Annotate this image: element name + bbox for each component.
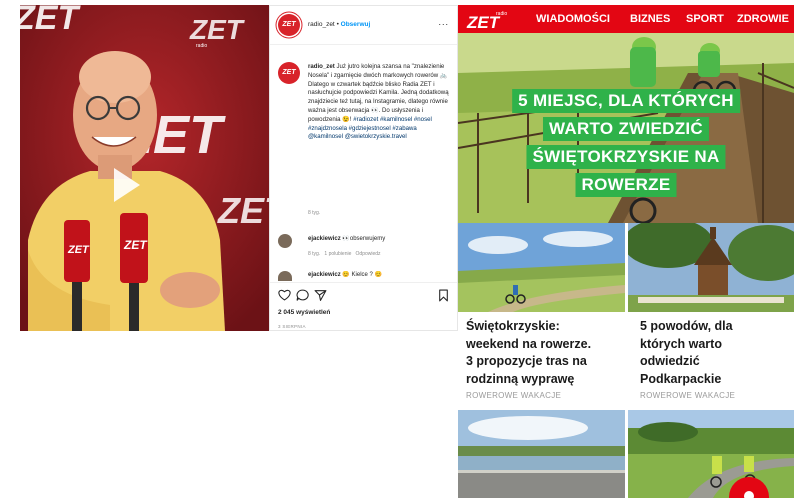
article-image[interactable] xyxy=(458,410,625,498)
hashtag-link[interactable]: #znajdznosela xyxy=(308,125,347,132)
mention-link[interactable]: @swietokrzyskie.travel xyxy=(345,133,407,140)
article-category[interactable]: ROWEROWE WAKACJE xyxy=(466,391,561,400)
comment-username[interactable]: ejackiewicz xyxy=(308,272,341,278)
emoji-icon: 😉 xyxy=(342,115,350,123)
separator: • xyxy=(336,21,339,28)
title-line: Świętokrzyskie: xyxy=(466,319,560,333)
title-line: rodzinną wyprawę xyxy=(466,371,575,386)
comment-likes[interactable]: 1 polubienie xyxy=(324,251,351,257)
hero-title-line: 5 MIEJSC, DLA KTÓRYCH xyxy=(512,89,740,113)
article-title[interactable]: Świętokrzyskie: weekend na rowerze. 3 pr… xyxy=(466,318,618,388)
hero-article[interactable]: 5 MIEJSC, DLA KTÓRYCH WARTO ZWIEDZIĆ ŚWI… xyxy=(458,33,794,223)
hero-title-line: ŚWIĘTOKRZYSKIE NA xyxy=(526,145,726,169)
reply-link[interactable]: Odpowiedz xyxy=(356,251,381,257)
article-category[interactable]: ROWEROWE WAKACJE xyxy=(640,391,735,400)
hashtag-link[interactable]: #zabawa xyxy=(392,125,416,132)
eyes-emoji-icon: 👀 xyxy=(371,106,379,114)
bg-logo: ZET xyxy=(189,14,246,45)
article-image[interactable] xyxy=(628,223,794,312)
title-line: których warto xyxy=(640,336,722,351)
bg-logo-small: radio xyxy=(196,43,207,49)
nav-zdrowie[interactable]: ZDROWIE xyxy=(737,13,789,25)
hashtag-link[interactable]: #gdziejestnosel xyxy=(349,125,391,132)
post-video[interactable]: ZET ZET radio ZET ZET ZET ZET xyxy=(20,5,269,331)
avatar[interactable]: ZET xyxy=(278,14,300,36)
mic-logo: ZET xyxy=(123,238,148,252)
comment-time: 8 tyg. xyxy=(308,251,321,257)
bg-logo: ZET xyxy=(20,5,81,37)
view-count: 2 045 wyświetleń xyxy=(278,309,331,316)
emoji-icon: 😊 xyxy=(342,272,350,278)
avatar-logo: ZET xyxy=(282,69,296,76)
mention-link[interactable]: @kamilnosel xyxy=(308,133,343,140)
title-line: 3 propozycje tras na xyxy=(466,354,587,368)
username-link[interactable]: radio_zet xyxy=(308,21,335,28)
heart-icon[interactable] xyxy=(278,289,291,301)
article-title[interactable]: 5 powodów, dla których warto odwiedzić P… xyxy=(640,318,790,388)
nav-sport[interactable]: SPORT xyxy=(686,13,724,25)
fab-icon xyxy=(744,491,754,498)
comment-text: obserwujemy xyxy=(349,236,386,242)
hashtag-link[interactable]: #kamilnosel xyxy=(380,116,412,123)
avatar[interactable]: ZET xyxy=(278,62,300,84)
title-line: odwiedzić xyxy=(640,354,700,368)
follow-button[interactable]: Obserwuj xyxy=(341,21,371,28)
divider xyxy=(270,282,457,283)
more-options-icon[interactable]: ... xyxy=(438,17,449,27)
article-image[interactable] xyxy=(458,223,625,312)
post-caption: radio_zet Już jutro kolejna szansa na "z… xyxy=(308,63,450,142)
share-icon[interactable] xyxy=(314,289,327,301)
comment-meta: 8 tyg. 1 polubienie Odpowiedz xyxy=(308,251,381,257)
mic-logo: ZET xyxy=(67,244,90,256)
post-date: 3 SIERPNIA xyxy=(278,324,306,329)
nav-wiadomosci[interactable]: WIADOMOŚCI xyxy=(536,13,610,25)
comment-text: Kielce ? xyxy=(351,272,373,278)
play-icon[interactable] xyxy=(104,164,146,206)
hashtag-link[interactable]: #radiozet xyxy=(353,116,378,123)
top-nav: radio ZET WIADOMOŚCI BIZNES SPORT ZDROWI… xyxy=(458,5,794,33)
emoji-icon: 😊 xyxy=(374,272,383,278)
comment-username[interactable]: ejackiewicz xyxy=(308,236,341,242)
radio-zet-page: radio ZET WIADOMOŚCI BIZNES SPORT ZDROWI… xyxy=(458,5,794,498)
commenter-avatar[interactable] xyxy=(278,271,292,281)
article-image[interactable] xyxy=(628,410,794,498)
logo-text: ZET xyxy=(466,13,501,30)
post-panel: ZET radio_zet • Obserwuj ... ZET radio_z… xyxy=(269,5,458,331)
title-line: Podkarpackie xyxy=(640,371,722,386)
post-header: radio_zet • Obserwuj xyxy=(308,21,370,28)
commenter-avatar[interactable] xyxy=(278,234,292,248)
bookmark-icon[interactable] xyxy=(438,289,449,302)
caption-time: 8 tyg. xyxy=(308,210,321,216)
eyes-emoji-icon: 👀 xyxy=(342,236,350,242)
hero-title-line: WARTO ZWIEDZIĆ xyxy=(542,117,710,141)
comment: ejackiewicz 😊 Kielce ? 😊 xyxy=(308,271,382,279)
comment: ejackiewicz 👀obserwujemy xyxy=(308,235,385,242)
nav-biznes[interactable]: BIZNES xyxy=(630,13,670,25)
hashtag-link[interactable]: #nosel xyxy=(414,116,432,123)
avatar-logo: ZET xyxy=(282,21,296,28)
bg-logo: ZET xyxy=(217,190,269,231)
divider xyxy=(270,44,457,45)
caption-text: ! xyxy=(349,115,352,123)
radio-zet-logo[interactable]: radio ZET xyxy=(466,8,512,30)
caption-username[interactable]: radio_zet xyxy=(308,63,335,70)
title-line: weekend na rowerze. xyxy=(466,336,592,351)
comment-icon[interactable] xyxy=(296,289,309,301)
title-line: 5 powodów, dla xyxy=(640,319,733,333)
emoji-icon: 🚲 xyxy=(439,71,448,79)
hero-title-line: ROWERZE xyxy=(575,173,677,197)
